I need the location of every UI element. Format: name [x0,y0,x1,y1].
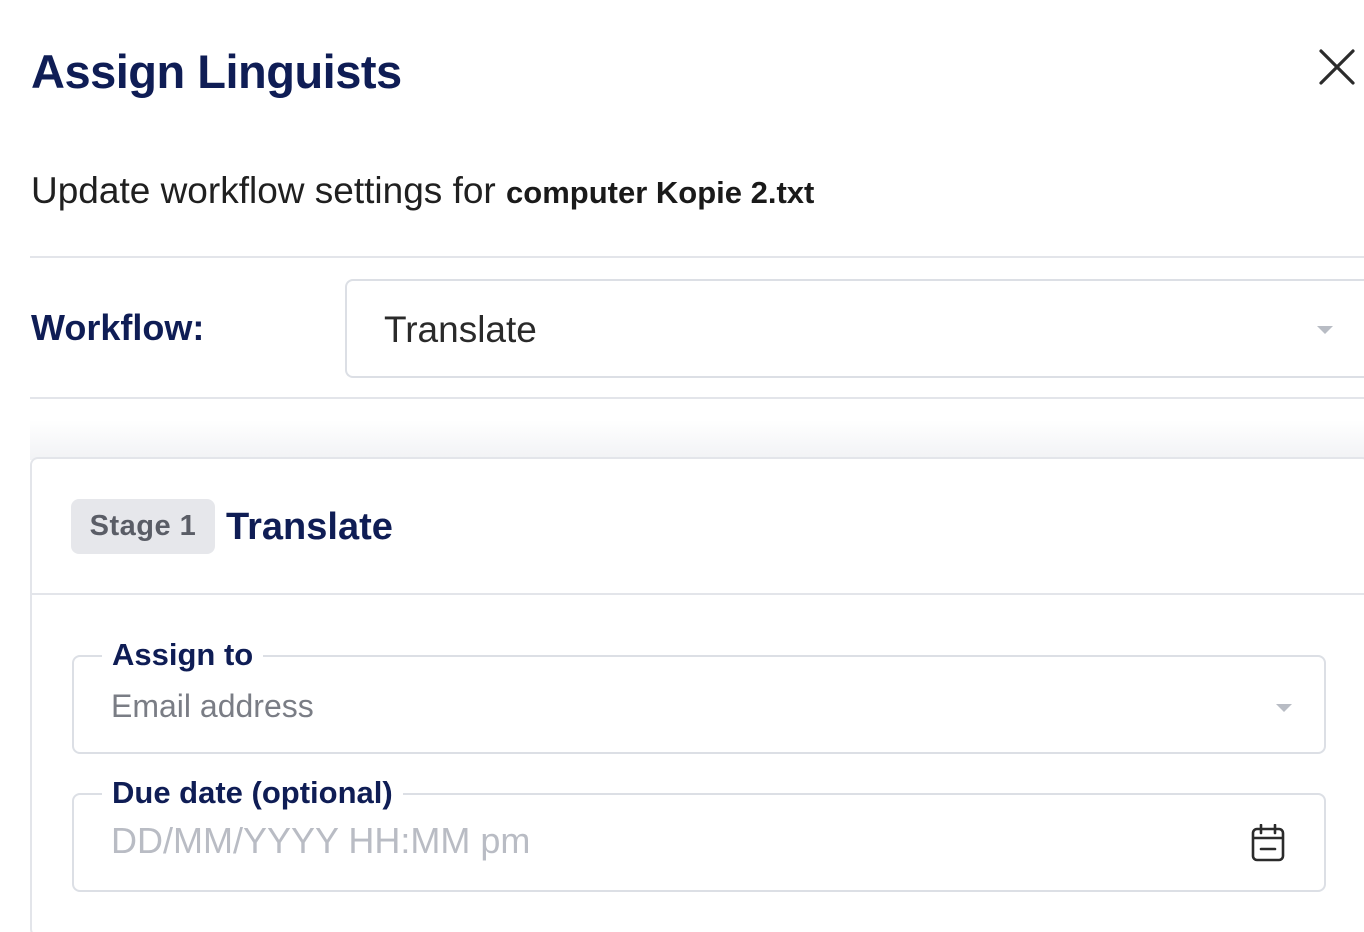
close-icon [1319,49,1355,85]
due-date-label: Due date (optional) [102,773,403,813]
stage-card: Stage 1 Translate Assign to Due date (op… [30,457,1364,932]
stage-name: Translate [226,506,393,548]
assign-linguists-dialog: Assign Linguists Update workflow setting… [0,0,1364,932]
dialog-title: Assign Linguists [31,45,402,98]
due-date-input[interactable] [111,821,1211,861]
calendar-icon[interactable] [1251,824,1285,862]
divider [30,256,1364,258]
close-button[interactable] [1316,46,1358,88]
file-name: computer Kopie 2.txt [506,175,815,210]
caret-down-icon [1317,326,1333,334]
stage-shadow [30,420,1364,460]
due-date-field[interactable]: Due date (optional) [72,773,1326,892]
workflow-selected-value: Translate [384,309,537,350]
stage-header: Stage 1 Translate [32,459,1364,595]
workflow-select[interactable]: Translate [345,279,1364,378]
workflow-label: Workflow: [31,307,205,348]
assign-to-input[interactable] [111,686,1211,726]
caret-down-icon[interactable] [1276,704,1292,712]
divider [30,397,1364,399]
assign-to-label: Assign to [102,635,264,675]
subtitle-prefix: Update workflow settings for [31,170,496,211]
dialog-subtitle: Update workflow settings for computer Ko… [31,168,814,216]
assign-to-field[interactable]: Assign to [72,635,1326,754]
stage-badge: Stage 1 [71,499,215,554]
